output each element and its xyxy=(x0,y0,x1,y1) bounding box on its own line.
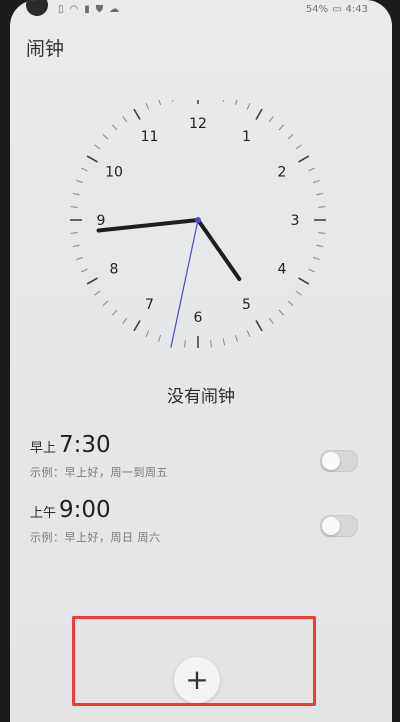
clock-tick xyxy=(158,100,162,106)
minute-hand xyxy=(96,218,200,233)
clock-tick xyxy=(255,320,263,332)
status-icons: ▯ ◠ ▮ ⛊ ☁ xyxy=(58,4,119,15)
clock-numeral: 8 xyxy=(110,262,119,278)
toggle-knob xyxy=(322,517,340,535)
status-bar: ▯ ◠ ▮ ⛊ ☁ 54% ▭ 4:43 xyxy=(10,0,392,18)
clock-tick xyxy=(246,102,251,110)
clock-tick xyxy=(70,232,78,234)
battery-percent: 54% xyxy=(305,3,329,15)
clock-tick xyxy=(157,334,162,342)
sim-icon: ▯ xyxy=(58,3,64,15)
alarm-period: 上午 xyxy=(30,506,57,521)
shield-icon: ⛊ xyxy=(95,3,104,15)
clock-numeral: 6 xyxy=(194,310,203,326)
notification-icon: ▮ xyxy=(84,3,90,15)
clock-tick xyxy=(295,144,302,150)
clock-tick xyxy=(145,102,150,110)
front-camera xyxy=(26,0,48,16)
clock-numeral: 10 xyxy=(105,165,123,181)
clock-numeral: 12 xyxy=(189,116,207,132)
clock-tick xyxy=(94,144,101,150)
status-right: 54% ▭ 4:43 xyxy=(306,4,368,15)
second-hand xyxy=(170,219,199,348)
clock-tick xyxy=(111,309,118,316)
add-alarm-button[interactable]: + xyxy=(174,657,220,703)
alarm-toggle[interactable] xyxy=(320,515,358,537)
clock-tick xyxy=(133,320,141,332)
clock-tick xyxy=(268,116,274,123)
clock-tick xyxy=(318,232,326,234)
alarm-screen: ▯ ◠ ▮ ⛊ ☁ 54% ▭ 4:43 闹钟 12 1 2 3 4 5 6 7 8 9 10 11 … xyxy=(10,0,392,722)
alarm-toggle[interactable] xyxy=(320,450,358,472)
page-title: 闹钟 xyxy=(26,38,65,60)
clock-numeral: 7 xyxy=(145,297,154,313)
clock-tick xyxy=(308,167,316,172)
hour-hand xyxy=(196,218,242,281)
clock-tick xyxy=(171,100,174,102)
clock-tick xyxy=(86,155,98,163)
clock-tick xyxy=(278,124,285,131)
analog-clock: 121234567891011 xyxy=(70,100,326,348)
empty-state-text: 没有闹钟 xyxy=(167,387,235,407)
clock-tick xyxy=(86,277,98,285)
clock-tick xyxy=(80,268,88,273)
clock-tick xyxy=(133,108,141,120)
clock-tick xyxy=(72,192,80,196)
clock-tick xyxy=(268,317,274,324)
clock-numeral: 4 xyxy=(278,262,287,278)
cloud-icon: ☁ xyxy=(109,3,120,15)
clock-tick xyxy=(72,244,80,248)
clock-numeral: 5 xyxy=(242,297,251,313)
clock-numeral: 2 xyxy=(278,165,287,181)
clock-numeral: 3 xyxy=(291,213,300,229)
clock-tick xyxy=(312,179,320,184)
clock-tick xyxy=(278,309,285,316)
clock-tick xyxy=(184,340,186,348)
status-time: 4:43 xyxy=(345,3,368,15)
clock-tick xyxy=(76,179,84,184)
clock-tick xyxy=(234,334,239,342)
toggle-knob xyxy=(322,452,340,470)
clock-tick xyxy=(287,133,294,140)
alarm-time: 9:00 xyxy=(59,497,111,523)
clock-tick xyxy=(318,206,326,208)
clock-tick xyxy=(295,290,302,296)
wifi-icon: ◠ xyxy=(69,3,79,15)
clock-tick xyxy=(145,330,150,338)
clock-tick xyxy=(234,100,238,106)
clock-numeral: 1 xyxy=(242,129,251,145)
clock-tick xyxy=(80,167,88,172)
clock-tick xyxy=(111,124,118,131)
clock-tick xyxy=(102,300,109,307)
clock-tick xyxy=(308,268,316,273)
clock-numeral: 9 xyxy=(97,213,106,229)
clock-tick xyxy=(298,155,310,163)
clock-tick xyxy=(246,330,251,338)
alarm-period: 早上 xyxy=(30,441,57,456)
clock-tick xyxy=(222,338,226,346)
alarm-item[interactable]: 早上 7:30 示例：早上好，周一到周五 xyxy=(30,432,372,502)
clock-tick xyxy=(122,317,128,324)
clock-tick xyxy=(316,244,324,248)
clock-tick xyxy=(122,116,128,123)
clock-tick xyxy=(316,192,324,196)
alarm-time: 7:30 xyxy=(59,432,111,458)
clock-numeral: 11 xyxy=(141,129,159,145)
clock-center xyxy=(195,217,201,223)
clock-tick xyxy=(312,256,320,261)
clock-tick xyxy=(287,300,294,307)
clock-tick xyxy=(76,256,84,261)
alarm-item[interactable]: 上午 9:00 示例：早上好，周日 周六 xyxy=(30,497,372,567)
battery-icon: ▭ xyxy=(332,3,342,15)
clock-tick xyxy=(102,133,109,140)
clock-tick xyxy=(94,290,101,296)
clock-tick xyxy=(222,100,225,102)
plus-icon: + xyxy=(185,663,209,696)
clock-tick xyxy=(298,277,310,285)
clock-tick xyxy=(70,206,78,208)
clock-tick xyxy=(255,108,263,120)
clock-tick xyxy=(210,340,212,348)
